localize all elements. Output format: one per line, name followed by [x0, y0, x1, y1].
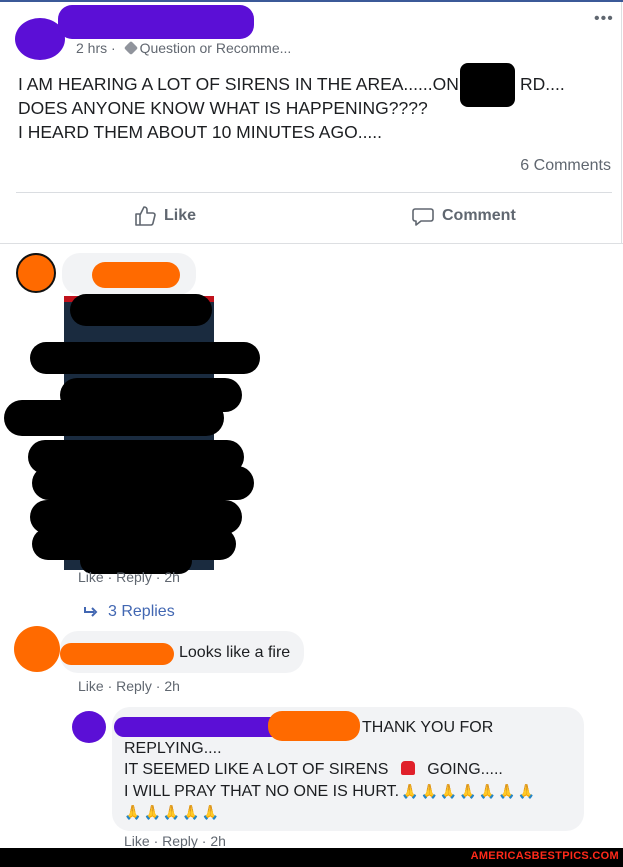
post-line-2: DOES ANYONE KNOW WHAT IS HAPPENING???? — [18, 98, 428, 118]
post-line-1: I AM HEARING A LOT OF SIRENS IN THE AREA… — [18, 74, 464, 94]
pray-icon: 🙏 — [143, 804, 161, 820]
pray-icon: 🙏 — [124, 804, 142, 820]
image-redaction-4 — [4, 400, 224, 436]
post-body: I AM HEARING A LOT OF SIRENS IN THE AREA… — [18, 72, 464, 144]
reply-arrow-icon — [84, 607, 98, 617]
like-label: Like — [164, 207, 197, 224]
reply-line-4-text: I WILL PRAY THAT NO ONE IS HURT. — [124, 783, 400, 800]
image-redaction-6 — [32, 466, 254, 500]
reply-line-3a: IT SEEMED LIKE A LOT OF SIRENS — [124, 761, 389, 778]
pray-icon: 🙏 — [182, 804, 200, 820]
like-button[interactable]: Like — [134, 205, 196, 227]
street-name-redacted — [460, 63, 515, 107]
siren-icon — [400, 761, 415, 775]
thumbs-up-icon — [135, 206, 156, 226]
comments-count[interactable]: 6 Comments — [520, 157, 611, 175]
more-options-icon[interactable]: ••• — [594, 10, 614, 28]
pray-icon: 🙏 — [459, 783, 477, 799]
pray-icon: 🙏 — [478, 783, 497, 799]
pray-icon: 🙏 — [517, 783, 536, 799]
comment2-text: Looks like a fire — [179, 644, 291, 661]
pray-icon: 🙏 — [498, 783, 516, 799]
comment1-actions[interactable]: Like · Reply · 2h — [78, 569, 180, 585]
reply-line-2: REPLYING.... — [124, 740, 222, 757]
post-category[interactable]: Question or Recomme... — [140, 40, 292, 56]
post-author-name-redacted[interactable] — [58, 5, 254, 39]
pray-icon: 🙏 — [401, 783, 419, 799]
replies-label: 3 Replies — [108, 603, 175, 620]
post-line-3: I HEARD THEM ABOUT 10 MINUTES AGO..... — [18, 122, 383, 142]
replies-toggle[interactable]: 3 Replies — [84, 603, 175, 621]
section-separator — [0, 243, 623, 244]
pray-icon: 🙏 — [439, 783, 458, 799]
meta-separator: · — [111, 40, 116, 56]
post-meta: 2 hrs · Question or Recomme... — [76, 40, 291, 56]
watermark: AMERICASBESTPICS.COM — [470, 850, 619, 862]
commenter1-name-redacted[interactable] — [92, 262, 180, 288]
image-redaction-1 — [70, 294, 212, 326]
pray-emoji-row-2: 🙏 🙏 🙏 🙏 🙏 — [122, 802, 219, 824]
tag-icon — [123, 40, 138, 56]
post-divider — [16, 192, 612, 193]
comment-icon — [412, 208, 434, 226]
pray-icon: 🙏 — [162, 804, 181, 820]
reply-line-1: THANK YOU FOR — [362, 719, 494, 736]
reply-line-3b: GOING..... — [427, 761, 503, 778]
comment2-actions[interactable]: Like · Reply · 2h — [78, 678, 180, 694]
reply-actions[interactable]: Like · Reply · 2h — [124, 833, 226, 849]
road-suffix: RD.... — [520, 74, 565, 94]
reply-line-3: IT SEEMED LIKE A LOT OF SIRENS GOING....… — [124, 760, 503, 781]
comment-button[interactable]: Comment — [412, 205, 516, 227]
image-redaction-2 — [30, 342, 260, 374]
pray-emoji-row-1: 🙏 🙏 🙏 🙏 🙏 🙏 🙏 — [399, 783, 535, 800]
pray-icon: 🙏 — [201, 804, 220, 820]
reply-line-4: I WILL PRAY THAT NO ONE IS HURT. 🙏 🙏 🙏 🙏 🙏 🙏 🙏 — [124, 781, 535, 803]
commenter2-avatar[interactable] — [14, 626, 60, 672]
replier-name-redacted-2[interactable] — [268, 711, 360, 741]
comment-label: Comment — [442, 207, 516, 224]
replier-name-redacted[interactable] — [114, 717, 290, 737]
commenter2-name-redacted[interactable] — [60, 643, 174, 665]
commenter1-avatar[interactable] — [16, 253, 56, 293]
replier-avatar[interactable] — [72, 711, 106, 743]
pray-icon: 🙏 — [420, 783, 438, 799]
post-time[interactable]: 2 hrs — [76, 40, 107, 56]
